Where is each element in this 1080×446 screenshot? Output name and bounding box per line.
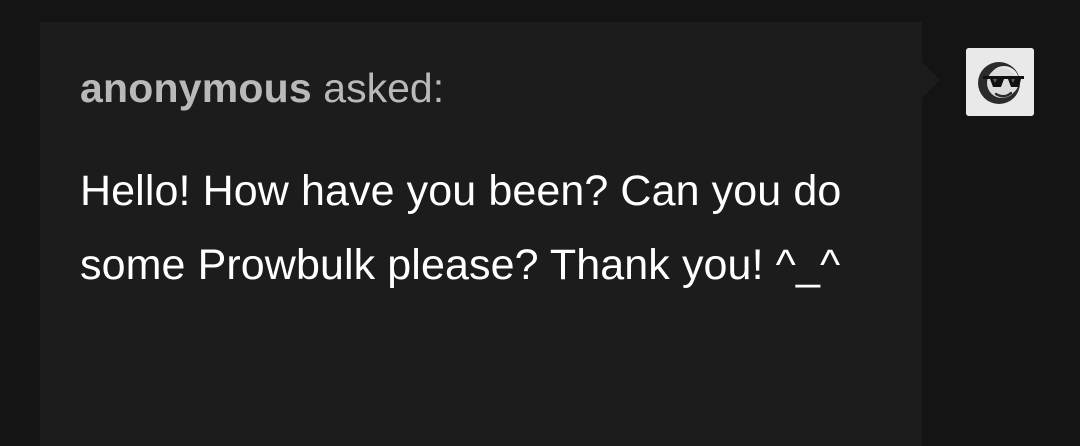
ask-post: anonymous asked: Hello! How have you bee… (0, 0, 1080, 446)
anonymous-avatar-icon[interactable] (966, 48, 1034, 116)
asker-name[interactable]: anonymous (80, 65, 312, 111)
ask-bubble: anonymous asked: Hello! How have you bee… (40, 22, 922, 446)
sunglasses-face-icon (966, 48, 1034, 116)
bubble-tail (922, 62, 940, 98)
asker-line: anonymous asked: (80, 62, 882, 114)
asked-label: asked: (311, 65, 445, 111)
question-text: Hello! How have you been? Can you do som… (80, 167, 842, 289)
